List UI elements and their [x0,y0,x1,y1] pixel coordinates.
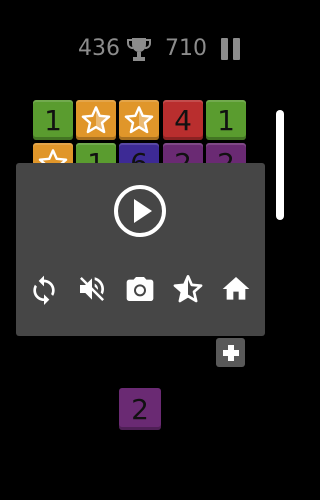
edge-scroll-handle[interactable] [276,110,284,220]
board-tile[interactable] [76,100,116,140]
mute-icon [80,277,104,301]
home-button[interactable] [220,273,252,305]
board-tile[interactable] [119,100,159,140]
plus-icon [222,344,239,361]
action-row [16,273,265,309]
next-tile[interactable]: 2 [119,388,161,430]
rate-button[interactable] [172,273,204,305]
pause-icon [221,38,228,60]
board-tile[interactable]: 1 [33,100,73,140]
camera-icon [126,277,154,301]
board-tile[interactable]: 4 [163,100,203,140]
pause-button[interactable] [219,36,243,60]
pause-menu [16,163,265,336]
add-button[interactable] [216,338,245,367]
best-score: 710 [165,36,207,61]
home-icon [222,277,250,300]
resume-button[interactable] [113,184,167,238]
trophy-icon [127,38,151,61]
screenshot-button[interactable] [124,273,156,305]
star-icon [81,106,111,134]
play-icon [114,185,166,237]
score-header: 436 710 [0,34,281,64]
star-icon [124,106,154,134]
star-rate-icon [173,275,203,303]
current-score: 436 [78,36,120,61]
restart-icon [33,275,55,305]
restart-button[interactable] [28,273,60,305]
mute-button[interactable] [76,273,108,305]
board-tile[interactable]: 1 [206,100,246,140]
